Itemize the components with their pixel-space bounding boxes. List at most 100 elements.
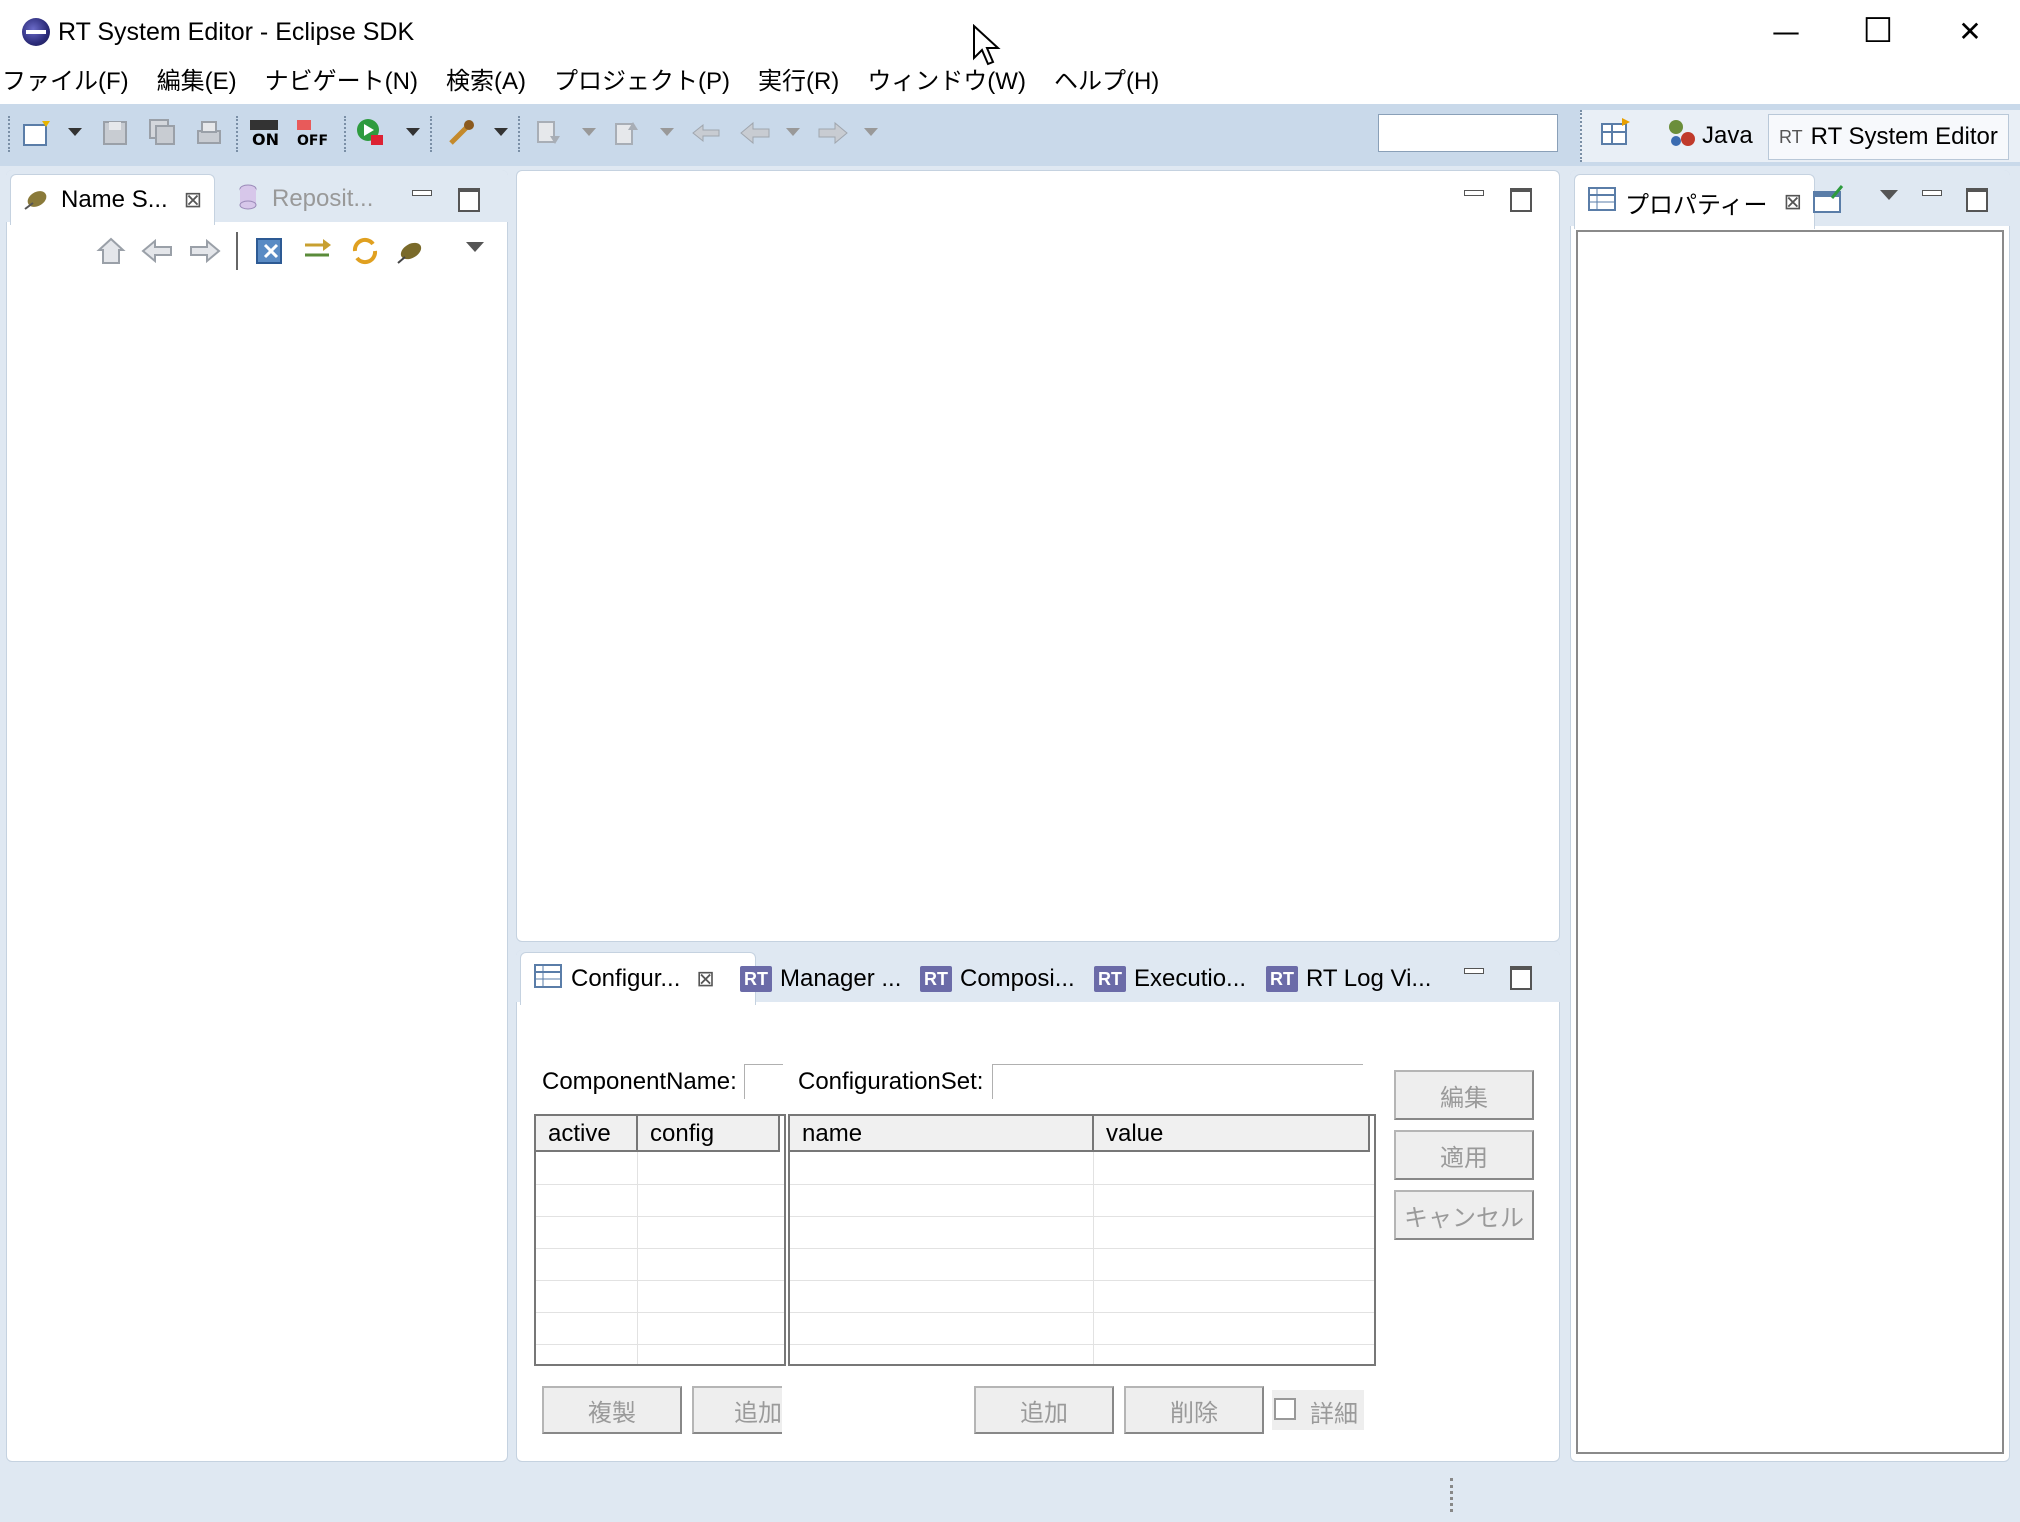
table-row[interactable]: [536, 1248, 784, 1281]
tab-name-service[interactable]: Name S... ⊠: [10, 174, 216, 225]
column-header-active[interactable]: active: [536, 1116, 638, 1152]
column-header-value[interactable]: value: [1094, 1116, 1370, 1152]
previous-annotation-icon[interactable]: [610, 116, 644, 150]
menu-project[interactable]: プロジェクト(P): [540, 64, 744, 104]
menu-window[interactable]: ウィンドウ(W): [853, 64, 1040, 104]
maximize-view-icon[interactable]: [1510, 966, 1532, 990]
connect-name-server-icon[interactable]: [394, 234, 428, 268]
menu-help[interactable]: ヘルプ(H): [1040, 64, 1173, 104]
back-dropdown-icon[interactable]: [786, 128, 800, 136]
forward-nav-icon[interactable]: [188, 234, 222, 268]
component-name-field[interactable]: [744, 1064, 783, 1099]
external-tools-dropdown-icon[interactable]: [494, 128, 508, 136]
apply-button[interactable]: 適用: [1394, 1130, 1534, 1180]
table-row[interactable]: [536, 1152, 784, 1185]
minimize-view-icon[interactable]: [1464, 968, 1484, 974]
menu-run[interactable]: 実行(R): [744, 64, 853, 104]
configuration-parameter-table[interactable]: name value: [788, 1114, 1376, 1366]
home-icon[interactable]: [94, 234, 128, 268]
toolbar-separator: [430, 116, 434, 152]
offline-icon[interactable]: OFF: [296, 116, 330, 150]
configuration-set-field[interactable]: [992, 1064, 1363, 1099]
table-row[interactable]: [790, 1280, 1374, 1313]
table-row[interactable]: [790, 1152, 1374, 1185]
cancel-button[interactable]: キャンセル: [1394, 1190, 1534, 1240]
properties-content: [1576, 230, 2004, 1454]
component-name-label: ComponentName:: [542, 1068, 737, 1095]
duplicate-button[interactable]: 複製: [542, 1386, 682, 1434]
table-row[interactable]: [790, 1216, 1374, 1249]
toolbar-separator: [236, 116, 240, 152]
link-with-editor-icon[interactable]: [300, 234, 334, 268]
previous-annotation-dropdown-icon[interactable]: [660, 128, 674, 136]
table-row[interactable]: [790, 1184, 1374, 1217]
quick-access-input[interactable]: [1378, 114, 1558, 152]
minimize-view-icon[interactable]: [1922, 190, 1942, 196]
tab-configuration[interactable]: Configur... ⊠: [520, 952, 756, 1005]
forward-dropdown-icon[interactable]: [864, 128, 878, 136]
tab-composite[interactable]: RT Composi...: [920, 956, 1075, 1002]
column-header-config[interactable]: config: [638, 1116, 780, 1152]
new-dropdown-icon[interactable]: [68, 128, 82, 136]
edit-button[interactable]: 編集: [1394, 1070, 1534, 1120]
back-nav-icon[interactable]: [140, 234, 174, 268]
svg-text:ON: ON: [252, 130, 279, 148]
next-annotation-icon[interactable]: [532, 116, 566, 150]
tab-manager[interactable]: RT Manager ...: [740, 956, 901, 1002]
view-menu-icon[interactable]: [466, 242, 484, 252]
column-header-name[interactable]: name: [790, 1116, 1094, 1152]
close-tab-icon[interactable]: ⊠: [1784, 189, 1802, 215]
minimize-button[interactable]: —: [1740, 0, 1832, 62]
menu-edit[interactable]: 編集(E): [143, 64, 251, 104]
table-row[interactable]: [536, 1216, 784, 1249]
maximize-view-icon[interactable]: [1966, 188, 1988, 212]
maximize-view-icon[interactable]: [458, 188, 480, 212]
run-dropdown-icon[interactable]: [406, 128, 420, 136]
save-all-icon[interactable]: [146, 116, 180, 150]
menu-file[interactable]: ファイル(F): [0, 64, 143, 104]
view-menu-icon[interactable]: [1880, 190, 1898, 200]
run-icon[interactable]: [354, 116, 388, 150]
close-tab-icon[interactable]: ⊠: [696, 966, 714, 992]
maximize-editor-icon[interactable]: [1510, 188, 1532, 212]
minimize-editor-icon[interactable]: [1464, 190, 1484, 196]
forward-icon[interactable]: [816, 116, 850, 150]
last-edit-location-icon[interactable]: [690, 116, 724, 150]
open-perspective-button[interactable]: [1600, 114, 1632, 158]
online-icon[interactable]: ON: [248, 116, 282, 150]
save-icon[interactable]: [98, 116, 132, 150]
table-row[interactable]: [536, 1280, 784, 1313]
perspective-java-button[interactable]: Java: [1666, 114, 1753, 158]
tab-execution-context[interactable]: RT Executio...: [1094, 956, 1246, 1002]
table-row[interactable]: [536, 1184, 784, 1217]
print-icon[interactable]: [192, 116, 226, 150]
menu-navigate[interactable]: ナビゲート(N): [251, 64, 432, 104]
back-icon[interactable]: [738, 116, 772, 150]
new-icon[interactable]: [20, 116, 54, 150]
external-tools-icon[interactable]: [444, 116, 478, 150]
maximize-button[interactable]: ☐: [1832, 0, 1924, 62]
delete-parameter-button[interactable]: 削除: [1124, 1386, 1264, 1434]
add-parameter-button[interactable]: 追加: [974, 1386, 1114, 1434]
detail-checkbox[interactable]: [1274, 1398, 1296, 1420]
close-button[interactable]: ✕: [1924, 0, 2016, 62]
minimize-view-icon[interactable]: [412, 190, 432, 196]
close-tab-icon[interactable]: ⊠: [184, 187, 202, 213]
add-configuration-set-button[interactable]: 追加: [692, 1386, 782, 1434]
pin-view-icon[interactable]: [1812, 184, 1846, 218]
rt-icon: RT: [740, 966, 772, 992]
status-bar-grip[interactable]: [1450, 1478, 1454, 1512]
tab-properties[interactable]: プロパティー ⊠: [1574, 174, 1815, 229]
menu-search[interactable]: 検索(A): [432, 64, 540, 104]
clear-zombies-icon[interactable]: [254, 234, 288, 268]
tab-rt-log-view[interactable]: RT RT Log Vi...: [1266, 956, 1431, 1002]
tab-repository[interactable]: Reposit...: [226, 174, 383, 224]
perspective-rt-system-editor-button[interactable]: RT RT System Editor: [1768, 114, 2009, 160]
table-row[interactable]: [790, 1248, 1374, 1281]
table-row[interactable]: [790, 1312, 1374, 1345]
table-row[interactable]: [536, 1312, 784, 1345]
java-icon: [1666, 117, 1698, 156]
next-annotation-dropdown-icon[interactable]: [582, 128, 596, 136]
refresh-icon[interactable]: [348, 234, 382, 268]
configuration-set-table[interactable]: active config: [534, 1114, 786, 1366]
